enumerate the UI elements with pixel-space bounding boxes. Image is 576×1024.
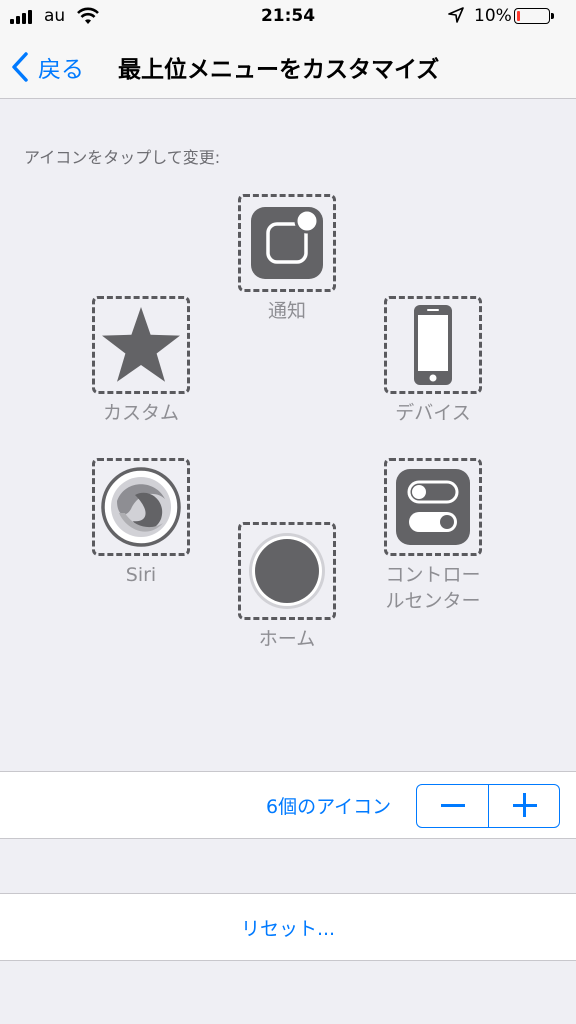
back-button[interactable]: 戻る xyxy=(10,50,84,84)
menu-item-custom[interactable]: カスタム xyxy=(71,296,211,426)
battery-percent: 10% xyxy=(474,6,512,26)
icon-slot xyxy=(92,458,190,556)
menu-item-control-center[interactable]: コントロールセンター xyxy=(363,458,503,614)
battery-cap xyxy=(551,13,554,19)
reset-button[interactable]: リセット... xyxy=(0,914,576,941)
home-button-icon xyxy=(249,533,325,609)
icon-slot xyxy=(238,194,336,292)
icon-slot xyxy=(238,522,336,620)
menu-item-label: カスタム xyxy=(102,402,179,424)
icon-slot xyxy=(92,296,190,394)
increment-button[interactable] xyxy=(489,785,560,827)
star-icon xyxy=(102,307,180,382)
menu-item-label: Siri xyxy=(125,564,157,586)
reset-row: リセット... xyxy=(0,893,576,961)
chevron-left-icon xyxy=(12,52,28,82)
battery-level xyxy=(517,11,520,21)
siri-icon xyxy=(101,467,181,547)
menu-item-device[interactable]: デバイス xyxy=(363,296,503,426)
control-center-icon xyxy=(396,469,470,545)
menu-item-label: 通知 xyxy=(267,300,306,322)
battery-icon xyxy=(514,8,554,24)
menu-item-siri[interactable]: Siri xyxy=(71,458,211,588)
menu-item-home[interactable]: ホーム xyxy=(217,522,357,652)
icon-slot xyxy=(384,458,482,556)
icon-count-label: 6個のアイコン xyxy=(266,796,392,818)
decrement-button[interactable] xyxy=(417,785,489,827)
menu-item-label: コントロールセンター xyxy=(385,564,481,612)
plus-icon-vertical xyxy=(523,793,526,817)
minus-icon xyxy=(441,804,465,807)
page-title: 最上位メニューをカスタマイズ xyxy=(118,57,440,83)
navigation-bar: 戻る 最上位メニューをカスタマイズ xyxy=(0,36,576,98)
menu-item-label: ホーム xyxy=(258,628,316,650)
location-icon xyxy=(448,7,464,23)
icon-slot xyxy=(384,296,482,394)
notification-icon xyxy=(251,207,323,279)
menu-item-label: デバイス xyxy=(395,402,471,424)
header: au 21:54 10% 戻る 最上位メニューをカスタマイズ xyxy=(0,0,576,99)
iphone-icon xyxy=(414,305,452,385)
back-label: 戻る xyxy=(38,57,84,83)
instruction-text: アイコンをタップして変更: xyxy=(24,148,221,167)
status-bar: au 21:54 10% xyxy=(0,0,576,36)
icon-count-stepper[interactable] xyxy=(416,784,560,828)
menu-item-notifications[interactable]: 通知 xyxy=(217,194,357,324)
icon-count-row: 6個のアイコン xyxy=(0,771,576,839)
